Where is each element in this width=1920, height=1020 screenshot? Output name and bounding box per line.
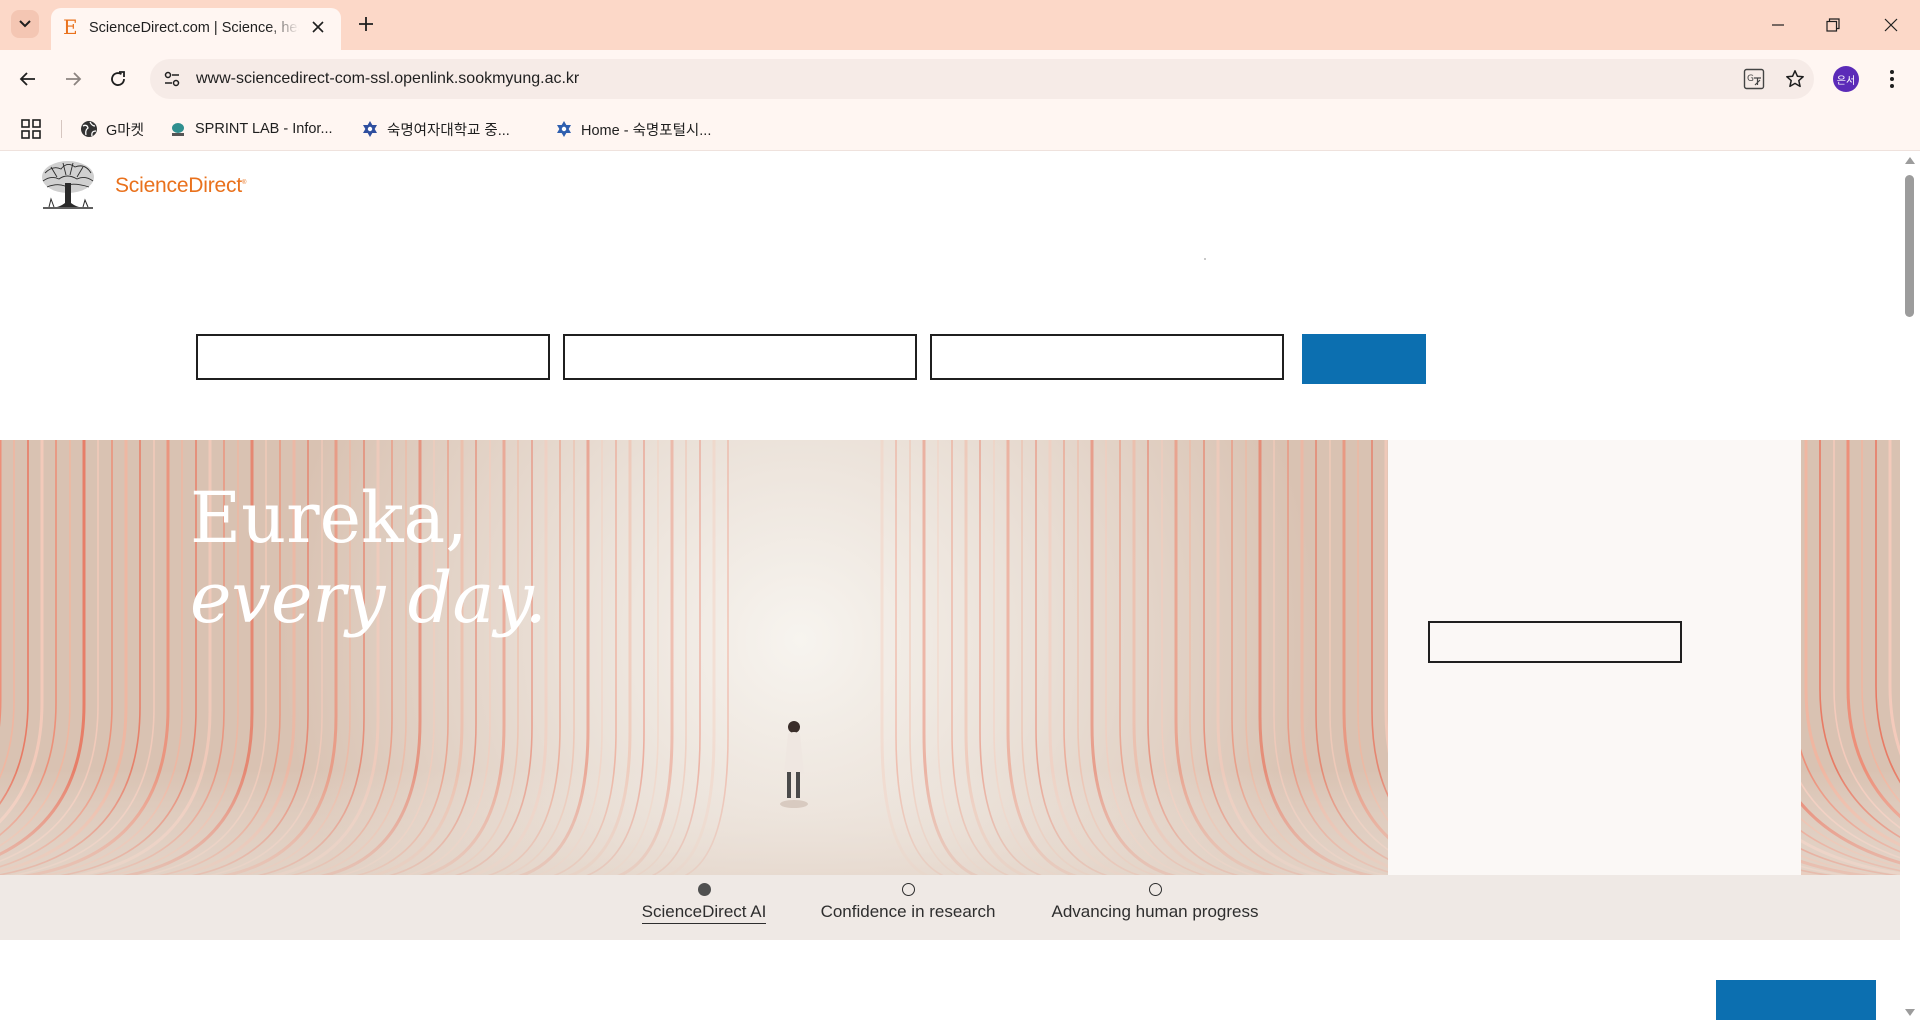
hero-carousel-nav: ScienceDirect AI Confidence in research … [0, 875, 1900, 940]
tab-search-button[interactable] [11, 10, 39, 38]
search-journal-input[interactable] [930, 334, 1284, 380]
star-of-david-icon [361, 120, 379, 138]
browser-tab-strip: E ScienceDirect.com | Science, health an… [0, 0, 1920, 50]
forward-button[interactable] [58, 64, 88, 94]
bookmarks-bar: G마켓 SPRINT LAB - Infor... 숙명여자대학교 중... H… [0, 108, 1920, 151]
tab-title: ScienceDirect.com | Science, health and … [89, 20, 299, 36]
hero-heading-line1: Eureka, [190, 477, 468, 559]
bookmark-gmarket[interactable]: G마켓 [80, 118, 144, 140]
url-text[interactable]: www-sciencedirect-com-ssl.openlink.sookm… [196, 70, 579, 88]
bookmark-label: SPRINT LAB - Infor... [195, 121, 333, 137]
reload-button[interactable] [103, 64, 133, 94]
more-vertical-icon [1890, 70, 1894, 88]
hero-panel-button[interactable] [1428, 621, 1682, 663]
restore-button[interactable] [1818, 10, 1848, 40]
elsevier-favicon-icon: E [63, 15, 78, 39]
browser-toolbar: www-sciencedirect-com-ssl.openlink.sookm… [0, 50, 1920, 108]
restore-icon [1826, 18, 1840, 32]
bookmark-label: 숙명여자대학교 중... [387, 122, 510, 139]
chevron-down-icon [19, 20, 31, 28]
bookmark-sookmyung-portal[interactable]: Home - 숙명포털시... [555, 118, 711, 140]
plus-icon [359, 17, 373, 31]
sciencedirect-logo[interactable]: ScienceDirect® [115, 174, 246, 198]
close-window-button[interactable] [1876, 10, 1906, 40]
page-viewport: ScienceDirect® Eureka, every day. Scienc… [0, 151, 1900, 1020]
minimize-icon [1772, 24, 1784, 26]
carousel-tab-label: Confidence in research [820, 902, 996, 921]
scroll-up-arrow-icon[interactable] [1905, 157, 1915, 164]
new-tab-button[interactable] [353, 11, 379, 37]
address-bar[interactable]: www-sciencedirect-com-ssl.openlink.sookm… [150, 59, 1814, 99]
back-button[interactable] [13, 64, 43, 94]
reload-icon [111, 71, 125, 86]
svg-text:G: G [1747, 74, 1754, 84]
apps-grid-icon[interactable] [20, 118, 42, 140]
bookmark-label: Home - 숙명포털시... [581, 122, 712, 139]
bookmark-label: G마켓 [106, 122, 144, 139]
scroll-down-arrow-icon[interactable] [1905, 1009, 1915, 1016]
bookmark-sprint-lab[interactable]: SPRINT LAB - Infor... [169, 118, 333, 140]
close-tab-button[interactable] [309, 18, 327, 36]
close-icon [1884, 18, 1898, 32]
feedback-button[interactable] [1716, 980, 1876, 1020]
star-icon [1786, 70, 1804, 88]
hero-heading: Eureka, every day. [190, 478, 547, 638]
hero-side-panel [1388, 440, 1801, 875]
tune-icon [164, 71, 180, 87]
carousel-tab-sciencedirect-ai[interactable]: ScienceDirect AI [640, 883, 768, 924]
arrow-right-icon [66, 72, 82, 86]
lab-icon [169, 120, 187, 138]
close-icon [312, 21, 324, 33]
bookmark-star-button[interactable] [1783, 67, 1807, 91]
carousel-tab-advancing-human-progress[interactable]: Advancing human progress [1045, 883, 1265, 922]
hero-banner: Eureka, every day. [0, 440, 1900, 875]
star-of-david-icon [555, 120, 573, 138]
search-author-input[interactable] [563, 334, 917, 380]
arrow-left-icon [19, 72, 35, 86]
profile-avatar[interactable]: 은서 [1833, 66, 1859, 92]
carousel-tab-label: ScienceDirect AI [641, 902, 767, 924]
site-info-button[interactable] [160, 67, 184, 91]
hero-heading-line2: every day. [190, 557, 547, 639]
search-button[interactable] [1302, 334, 1426, 384]
minimize-button[interactable] [1763, 10, 1793, 40]
carousel-dot-icon [1148, 883, 1162, 896]
decorative-dot [1204, 258, 1206, 260]
bookmark-sookmyung-library[interactable]: 숙명여자대학교 중... [361, 118, 510, 140]
carousel-tab-label: Advancing human progress [1051, 902, 1259, 921]
browser-menu-button[interactable] [1878, 65, 1906, 93]
elsevier-tree-logo-icon[interactable] [39, 159, 97, 211]
active-tab[interactable]: E ScienceDirect.com | Science, health an… [51, 8, 341, 50]
globe-icon [80, 120, 98, 138]
scrollbar-thumb[interactable] [1905, 175, 1914, 317]
carousel-dot-icon [697, 883, 711, 896]
translate-button[interactable]: G [1742, 67, 1766, 91]
search-keywords-input[interactable] [196, 334, 550, 380]
translate-icon: G [1743, 68, 1765, 90]
carousel-tab-confidence-in-research[interactable]: Confidence in research [813, 883, 1003, 922]
page-scrollbar[interactable] [1900, 151, 1920, 1020]
bookmarks-separator [61, 120, 62, 138]
carousel-dot-icon [901, 883, 915, 896]
